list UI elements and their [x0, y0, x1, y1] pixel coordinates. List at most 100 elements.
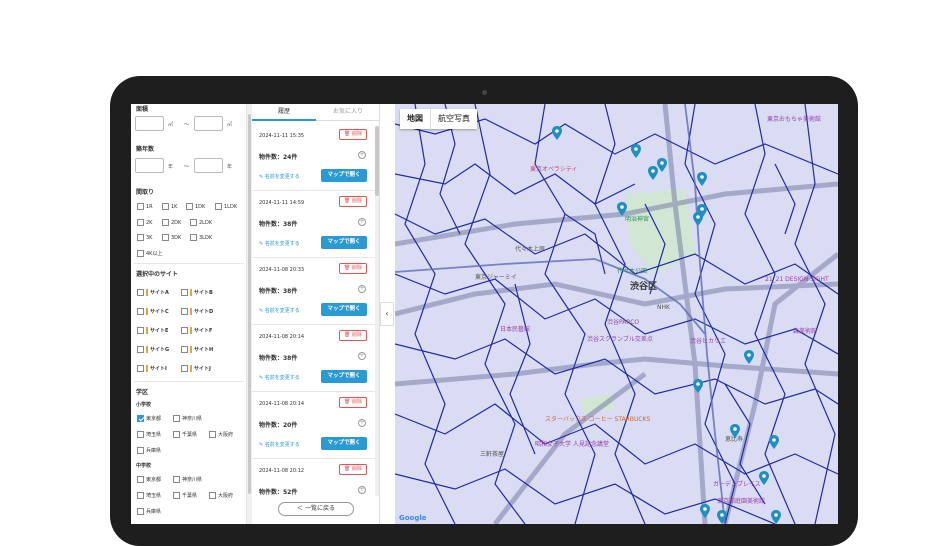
- delete-button[interactable]: 🗑 削除: [339, 263, 367, 274]
- map-label: 三軒茶屋: [480, 451, 505, 458]
- entry-date: 2024-11-08 20:14: [259, 334, 305, 340]
- history-entry: 2024-11-11 15:35 🗑 削除 物件数：24件 + ✎ 名前を変更す…: [252, 124, 375, 191]
- layout-checkbox[interactable]: 2K: [137, 219, 152, 226]
- area-unit: ㎡: [227, 122, 233, 128]
- map-pin-icon[interactable]: [759, 471, 769, 485]
- junior-checkbox[interactable]: 東京都: [137, 476, 161, 483]
- back-to-list-button[interactable]: ＜ 一覧に戻る: [278, 502, 354, 516]
- map-pin-icon[interactable]: [744, 350, 754, 364]
- layout-checkbox[interactable]: 1LDK: [215, 203, 237, 210]
- elementary-checkbox[interactable]: 大阪府: [209, 431, 233, 438]
- expand-icon[interactable]: +: [358, 486, 366, 494]
- map-pin-icon[interactable]: [631, 144, 641, 158]
- map-pin-icon[interactable]: [697, 172, 707, 186]
- history-entry: 2024-11-08 20:12 🗑 削除 物件数：52件 +: [252, 459, 375, 496]
- site-checkbox[interactable]: サイトH: [181, 346, 213, 353]
- map-pin-icon[interactable]: [769, 435, 779, 449]
- rename-link[interactable]: ✎ 名前を変更する: [259, 441, 300, 448]
- expand-icon[interactable]: +: [358, 419, 366, 427]
- map-pin-icon[interactable]: [693, 212, 703, 226]
- open-map-button[interactable]: マップで開く: [321, 236, 367, 249]
- layout-checkbox[interactable]: 1K: [162, 203, 177, 210]
- layout-label: 間取り: [136, 189, 155, 196]
- elementary-checkbox[interactable]: 東京都: [137, 415, 161, 422]
- open-map-button[interactable]: マップで開く: [321, 303, 367, 316]
- layout-checkbox[interactable]: 3K: [137, 234, 152, 241]
- site-checkbox[interactable]: サイトD: [181, 308, 213, 315]
- junior-checkbox[interactable]: 兵庫県: [137, 508, 161, 515]
- delete-button[interactable]: 🗑 削除: [339, 330, 367, 341]
- layout-checkbox[interactable]: 2LDK: [190, 219, 212, 226]
- map-view[interactable]: 地図 航空写真 渋谷区 代々木公園 渋谷PARCO 渋谷スクランブル交差点 渋谷…: [395, 104, 838, 524]
- map-pin-icon[interactable]: [552, 126, 562, 140]
- map-pin-icon[interactable]: [693, 379, 703, 393]
- range-separator: ～: [184, 122, 190, 128]
- area-label: 面積: [136, 106, 149, 113]
- elementary-checkbox[interactable]: 兵庫県: [137, 447, 161, 454]
- entry-count: 物件数：38件: [259, 355, 298, 362]
- elementary-checkbox[interactable]: 千葉県: [173, 431, 197, 438]
- layout-checkbox[interactable]: 1DK: [186, 203, 205, 210]
- map-pin-icon[interactable]: [717, 510, 727, 524]
- tab-history[interactable]: 履歴: [252, 104, 316, 121]
- rename-link[interactable]: ✎ 名前を変更する: [259, 374, 300, 381]
- map-pin-icon[interactable]: [771, 510, 781, 524]
- open-map-button[interactable]: マップで開く: [321, 437, 367, 450]
- site-checkbox[interactable]: サイトG: [137, 346, 169, 353]
- age-min-input[interactable]: [135, 158, 164, 173]
- map-type-satellite[interactable]: 航空写真: [431, 109, 477, 129]
- map-label: 東京おもちゃ美術館: [767, 116, 822, 123]
- elementary-checkbox[interactable]: 埼玉県: [137, 431, 161, 438]
- junior-checkbox[interactable]: 神奈川県: [173, 476, 202, 483]
- site-checkbox[interactable]: サイトI: [137, 365, 167, 372]
- site-checkbox[interactable]: サイトB: [181, 289, 213, 296]
- expand-icon[interactable]: +: [358, 218, 366, 226]
- open-map-button[interactable]: マップで開く: [321, 169, 367, 182]
- site-checkbox[interactable]: サイトA: [137, 289, 169, 296]
- delete-button[interactable]: 🗑 削除: [339, 129, 367, 140]
- site-checkbox[interactable]: サイトC: [137, 308, 169, 315]
- elementary-checkbox[interactable]: 神奈川県: [173, 415, 202, 422]
- map-pin-icon[interactable]: [648, 166, 658, 180]
- layout-checkbox[interactable]: 3DK: [162, 234, 181, 241]
- site-checkbox[interactable]: サイトF: [181, 327, 212, 334]
- delete-button[interactable]: 🗑 削除: [339, 196, 367, 207]
- open-map-button[interactable]: マップで開く: [321, 370, 367, 383]
- area-min-input[interactable]: [135, 116, 164, 131]
- map-type-map[interactable]: 地図: [400, 109, 431, 129]
- map-label: 明治神宮: [625, 216, 650, 223]
- junior-checkbox[interactable]: 大阪府: [209, 492, 233, 499]
- delete-button[interactable]: 🗑 削除: [339, 397, 367, 408]
- expand-icon[interactable]: +: [358, 151, 366, 159]
- map-pin-icon[interactable]: [730, 424, 740, 438]
- tab-favorites[interactable]: お気に入り: [316, 104, 380, 121]
- site-checkbox[interactable]: サイトJ: [181, 365, 211, 372]
- map-label: 代々木公園: [617, 268, 648, 275]
- rename-link[interactable]: ✎ 名前を変更する: [259, 173, 300, 180]
- divider: [134, 263, 244, 264]
- layout-checkbox[interactable]: 3LDK: [190, 234, 212, 241]
- map-pin-icon[interactable]: [700, 504, 710, 518]
- rename-link[interactable]: ✎ 名前を変更する: [259, 240, 300, 247]
- history-scrollbar[interactable]: [375, 126, 379, 496]
- rename-link[interactable]: ✎ 名前を変更する: [259, 307, 300, 314]
- map-pin-icon[interactable]: [657, 158, 667, 172]
- expand-icon[interactable]: +: [358, 285, 366, 293]
- layout-checkbox[interactable]: 4K以上: [137, 250, 162, 257]
- area-max-input[interactable]: [194, 116, 223, 131]
- age-unit: 年: [168, 164, 174, 170]
- google-logo: Google: [399, 514, 427, 522]
- layout-checkbox[interactable]: 1R: [137, 203, 153, 210]
- junior-checkbox[interactable]: 埼玉県: [137, 492, 161, 499]
- delete-button[interactable]: 🗑 削除: [339, 464, 367, 475]
- map-pin-icon[interactable]: [617, 202, 627, 216]
- site-checkbox[interactable]: サイトE: [137, 327, 168, 334]
- age-max-input[interactable]: [194, 158, 223, 173]
- chevron-left-icon[interactable]: ‹: [380, 302, 394, 326]
- map-label: 日本民藝館: [500, 326, 531, 333]
- layout-checkbox[interactable]: 2DK: [162, 219, 181, 226]
- map-label: 代々木上原: [515, 246, 546, 253]
- app-screen: 面積 ㎡ ～ ㎡ 築年数 年 ～ 年 間取り 1R 1K 1DK 1LDK 2K…: [131, 104, 838, 524]
- junior-checkbox[interactable]: 千葉県: [173, 492, 197, 499]
- expand-icon[interactable]: +: [358, 352, 366, 360]
